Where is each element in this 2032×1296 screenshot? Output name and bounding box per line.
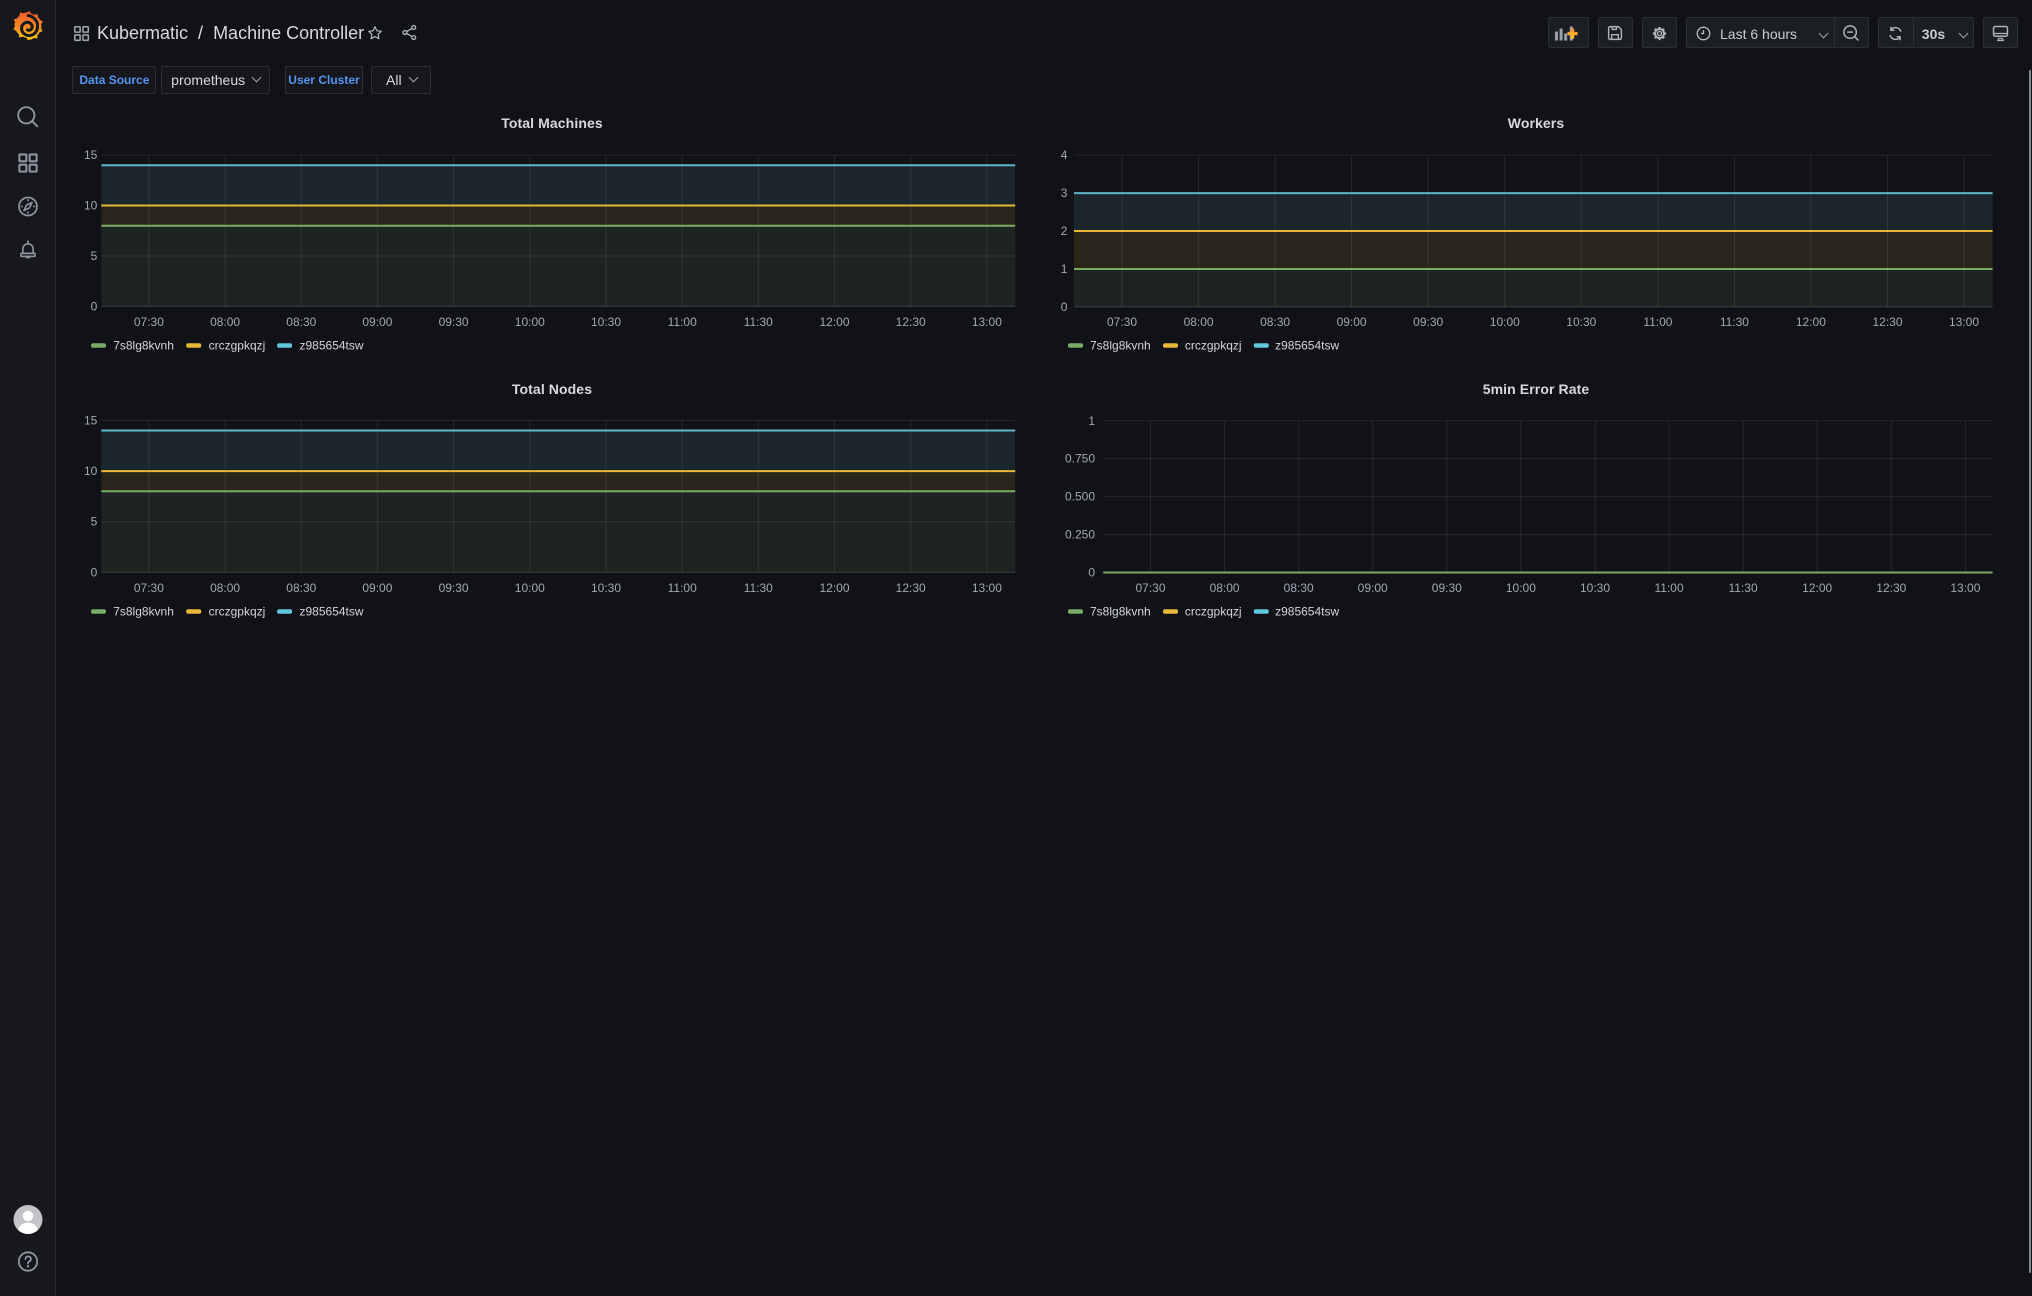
svg-text:08:30: 08:30: [1284, 581, 1314, 595]
svg-text:12:30: 12:30: [1872, 315, 1902, 329]
svg-text:07:30: 07:30: [1107, 315, 1137, 329]
svg-text:12:30: 12:30: [896, 315, 926, 329]
svg-text:13:00: 13:00: [1950, 581, 1980, 595]
svg-text:08:30: 08:30: [286, 581, 316, 595]
svg-text:07:30: 07:30: [134, 581, 164, 595]
svg-text:10: 10: [84, 464, 98, 478]
svg-text:07:30: 07:30: [1135, 581, 1165, 595]
svg-text:1: 1: [1088, 414, 1095, 428]
svg-text:07:30: 07:30: [134, 315, 164, 329]
svg-text:0: 0: [91, 299, 98, 313]
svg-text:12:00: 12:00: [1796, 315, 1826, 329]
svg-text:09:30: 09:30: [1413, 315, 1443, 329]
svg-text:7s8lg8kvnh: 7s8lg8kvnh: [113, 339, 174, 353]
svg-text:13:00: 13:00: [1949, 315, 1979, 329]
svg-text:15: 15: [84, 413, 98, 427]
svg-text:11:30: 11:30: [1729, 581, 1758, 595]
svg-text:0: 0: [1061, 300, 1068, 314]
svg-text:crczgpkqzj: crczgpkqzj: [209, 339, 266, 353]
svg-text:z985654tsw: z985654tsw: [300, 605, 364, 619]
svg-text:0: 0: [91, 565, 98, 579]
svg-text:5: 5: [91, 249, 98, 263]
svg-text:11:30: 11:30: [744, 581, 773, 595]
svg-text:11:00: 11:00: [668, 581, 697, 595]
svg-text:09:30: 09:30: [1432, 581, 1462, 595]
svg-text:7s8lg8kvnh: 7s8lg8kvnh: [1090, 339, 1151, 353]
svg-text:z985654tsw: z985654tsw: [1275, 339, 1339, 353]
svg-text:09:00: 09:00: [1337, 315, 1367, 329]
svg-text:10:30: 10:30: [1566, 315, 1596, 329]
svg-text:13:00: 13:00: [972, 315, 1002, 329]
svg-text:13:00: 13:00: [972, 581, 1002, 595]
svg-text:08:30: 08:30: [1260, 315, 1290, 329]
svg-text:11:00: 11:00: [1655, 581, 1684, 595]
svg-text:10:00: 10:00: [1506, 581, 1536, 595]
svg-text:0: 0: [1088, 566, 1095, 580]
svg-text:12:30: 12:30: [896, 581, 926, 595]
svg-text:3: 3: [1061, 186, 1068, 200]
svg-text:12:00: 12:00: [1802, 581, 1832, 595]
svg-text:15: 15: [84, 148, 98, 162]
svg-text:08:00: 08:00: [210, 581, 240, 595]
svg-text:11:30: 11:30: [744, 315, 773, 329]
svg-text:09:00: 09:00: [362, 315, 392, 329]
svg-text:0.750: 0.750: [1065, 452, 1095, 466]
svg-text:12:00: 12:00: [819, 581, 849, 595]
svg-text:1: 1: [1061, 262, 1068, 276]
svg-text:crczgpkqzj: crczgpkqzj: [209, 605, 266, 619]
svg-text:08:00: 08:00: [1210, 581, 1240, 595]
svg-text:10:00: 10:00: [515, 581, 545, 595]
svg-text:10:30: 10:30: [591, 315, 621, 329]
svg-text:0.500: 0.500: [1065, 490, 1095, 504]
svg-text:08:00: 08:00: [210, 315, 240, 329]
svg-text:10:30: 10:30: [591, 581, 621, 595]
svg-text:08:30: 08:30: [286, 315, 316, 329]
svg-text:4: 4: [1061, 148, 1068, 162]
svg-text:11:00: 11:00: [668, 315, 697, 329]
svg-text:12:30: 12:30: [1876, 581, 1906, 595]
svg-text:0.250: 0.250: [1065, 528, 1095, 542]
svg-text:10:00: 10:00: [1490, 315, 1520, 329]
svg-text:09:00: 09:00: [362, 581, 392, 595]
svg-text:09:30: 09:30: [439, 581, 469, 595]
svg-text:5: 5: [91, 515, 98, 529]
svg-text:z985654tsw: z985654tsw: [1275, 605, 1339, 619]
svg-text:08:00: 08:00: [1184, 315, 1214, 329]
svg-text:7s8lg8kvnh: 7s8lg8kvnh: [1090, 605, 1151, 619]
svg-text:crczgpkqzj: crczgpkqzj: [1185, 605, 1242, 619]
svg-text:crczgpkqzj: crczgpkqzj: [1185, 339, 1242, 353]
svg-text:09:30: 09:30: [439, 315, 469, 329]
svg-text:10:00: 10:00: [515, 315, 545, 329]
svg-text:09:00: 09:00: [1358, 581, 1388, 595]
svg-text:12:00: 12:00: [819, 315, 849, 329]
svg-text:2: 2: [1061, 224, 1068, 238]
svg-text:7s8lg8kvnh: 7s8lg8kvnh: [113, 605, 174, 619]
svg-text:11:00: 11:00: [1643, 315, 1672, 329]
svg-text:z985654tsw: z985654tsw: [300, 339, 364, 353]
svg-text:10: 10: [84, 199, 98, 213]
svg-text:10:30: 10:30: [1580, 581, 1610, 595]
svg-text:11:30: 11:30: [1720, 315, 1749, 329]
